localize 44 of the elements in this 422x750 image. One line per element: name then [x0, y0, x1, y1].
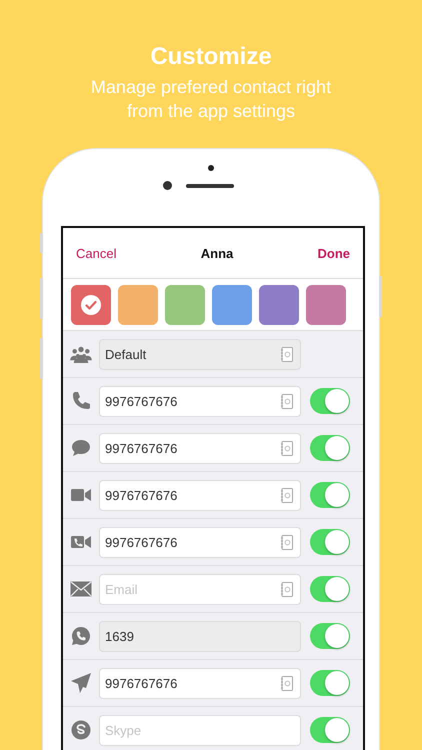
color-swatch[interactable]	[259, 284, 299, 324]
paper-plane-icon	[71, 673, 91, 693]
headline: Customize	[150, 42, 272, 72]
skype-icon	[71, 720, 91, 740]
toggle-switch[interactable]	[310, 435, 350, 461]
input-field[interactable]: 9976767676	[99, 432, 301, 464]
address-book-icon[interactable]	[281, 676, 293, 690]
address-book-icon[interactable]	[281, 534, 293, 550]
done-button[interactable]: Done	[318, 246, 350, 260]
color-swatch[interactable]	[212, 284, 252, 324]
phone-icon	[71, 391, 91, 411]
toggle-switch[interactable]	[310, 388, 350, 414]
video-call-icon	[71, 535, 91, 549]
address-book-icon[interactable]	[281, 582, 293, 596]
input-field[interactable]: 9976767676	[99, 386, 301, 416]
camera-lens	[162, 181, 172, 190]
group-icon	[70, 345, 92, 363]
envelope-icon	[70, 581, 92, 597]
toggle-switch[interactable]	[310, 576, 350, 602]
toggle-switch[interactable]	[310, 529, 350, 555]
color-swatch[interactable]	[306, 284, 346, 324]
color-swatch[interactable]	[71, 284, 111, 324]
address-book-icon[interactable]	[281, 488, 293, 502]
speaker-slot	[186, 184, 234, 188]
color-swatch[interactable]	[165, 284, 205, 324]
video-camera-icon	[71, 488, 91, 502]
cancel-button[interactable]: Cancel	[76, 246, 116, 260]
speech-bubble-icon	[71, 439, 91, 457]
toggle-switch[interactable]	[310, 717, 350, 743]
input-field[interactable]: Skype	[99, 714, 301, 746]
input-field[interactable]: Email	[99, 574, 301, 604]
contact-name: Anna	[200, 246, 234, 260]
color-swatch[interactable]	[118, 284, 158, 324]
toggle-switch[interactable]	[310, 670, 350, 696]
sensor-dot	[208, 165, 214, 171]
checkmark-icon	[81, 294, 101, 314]
subheadline: Manage prefered contact right from the app settings	[90, 76, 332, 123]
input-field[interactable]: 9976767676	[99, 526, 301, 558]
toggle-switch[interactable]	[310, 482, 350, 508]
input-field[interactable]: 9976767676	[99, 668, 301, 698]
whatsapp-icon	[71, 626, 91, 646]
input-field[interactable]: 9976767676	[99, 480, 301, 510]
address-book-icon[interactable]	[281, 440, 293, 456]
address-book-icon[interactable]	[281, 394, 293, 408]
